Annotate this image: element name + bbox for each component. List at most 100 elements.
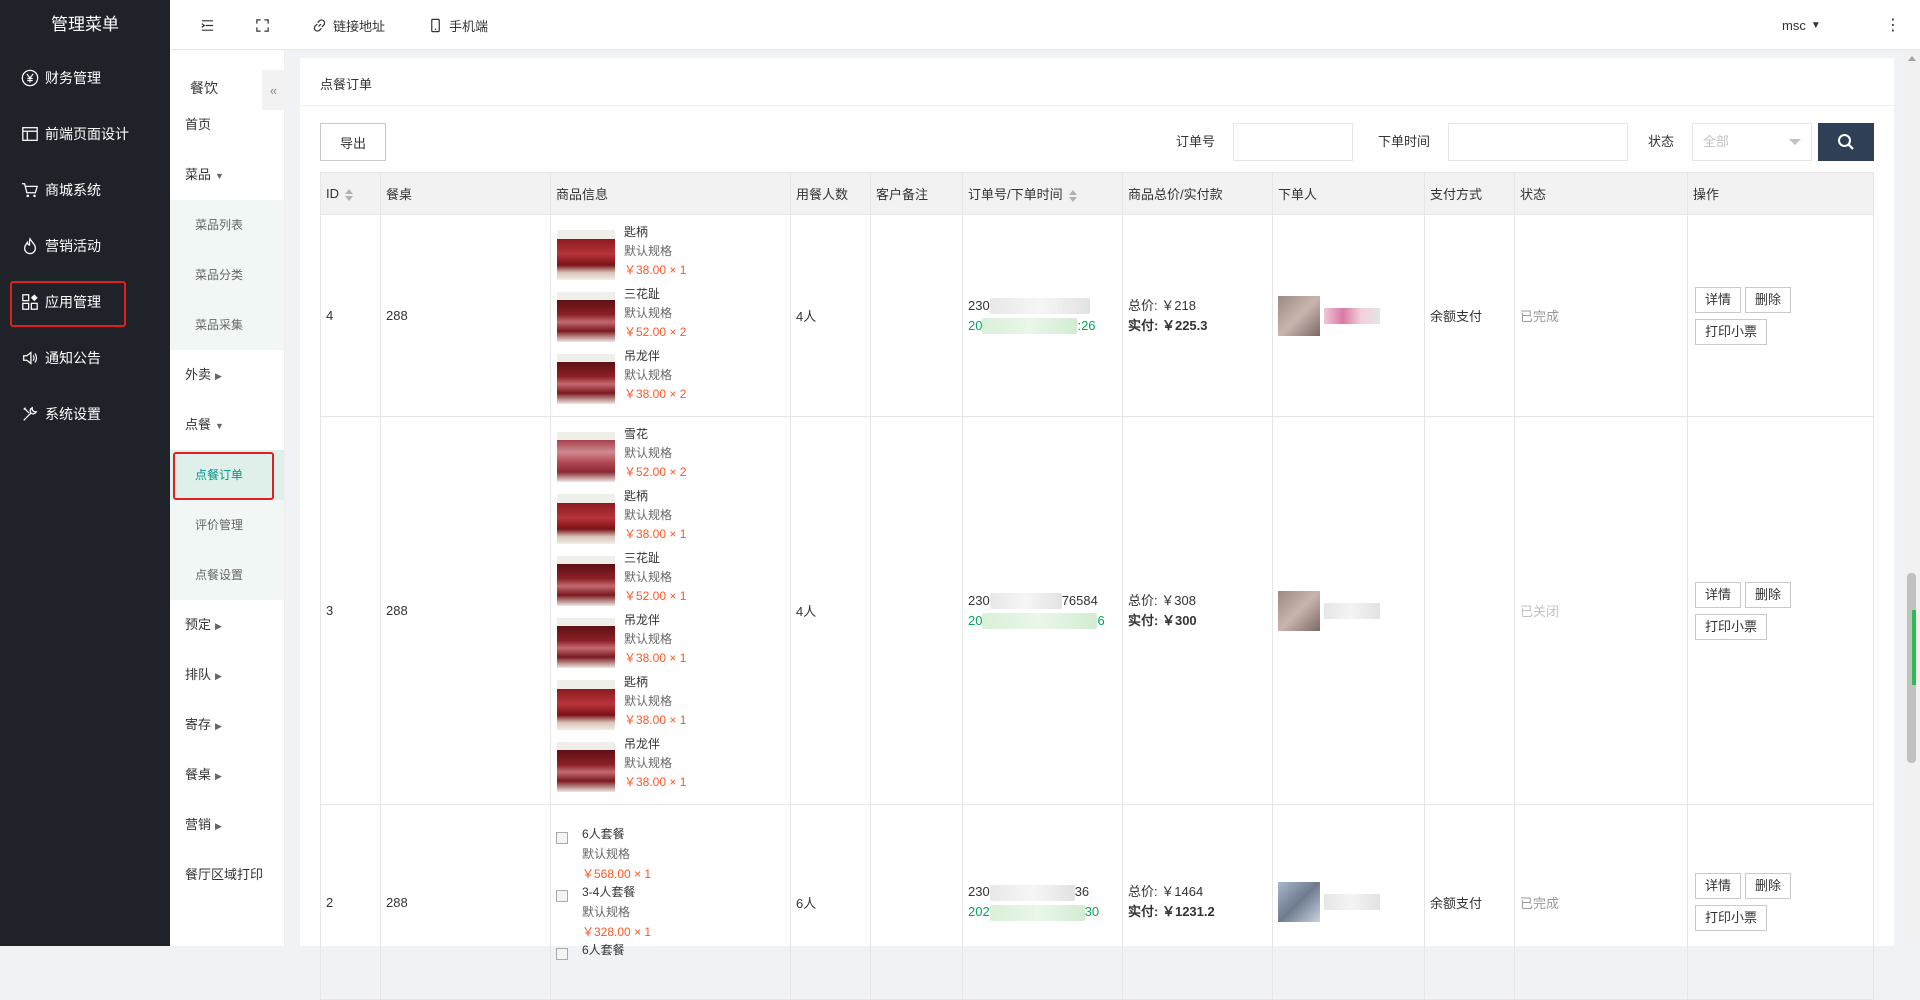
- redacted-customer-name: [1324, 307, 1380, 324]
- caret-right-icon: ▶: [215, 821, 222, 831]
- caret-down-icon: ▼: [1810, 19, 1821, 31]
- subnav-dishes[interactable]: 菜品 ▼: [170, 150, 284, 200]
- goods-spec: 默认规格: [624, 507, 673, 522]
- cell-customer: [1272, 416, 1425, 805]
- goods-item: 匙柄 默认规格 ￥38.00 × 1: [556, 487, 790, 549]
- col-order-no[interactable]: 订单号/下单时间: [962, 172, 1123, 215]
- sidebar-item-system-settings[interactable]: 系统设置: [0, 386, 170, 442]
- sidebar-item-frontend-design[interactable]: 前端页面设计: [0, 106, 170, 162]
- export-button[interactable]: 导出: [320, 123, 386, 161]
- sidebar-item-mall[interactable]: 商城系统: [0, 162, 170, 218]
- caret-down-icon: ▼: [215, 421, 224, 431]
- cell-goods: 匙柄 默认规格 ￥38.00 × 1 三花趾 默认规格 ￥52.00 × 2 吊龙伴 默认…: [550, 214, 791, 417]
- detail-button[interactable]: 详情: [1695, 581, 1742, 608]
- user-menu[interactable]: msc ▼: [1782, 0, 1821, 50]
- sidebar-item-finance[interactable]: 财务管理: [0, 50, 170, 106]
- sidebar-item-label: 商城系统: [45, 182, 101, 198]
- avatar: [1278, 590, 1320, 631]
- print-receipt-button[interactable]: 打印小票: [1695, 318, 1768, 345]
- sidebar-item-app-management[interactable]: 应用管理: [0, 274, 170, 330]
- goods-name: 3-4人套餐: [582, 885, 636, 899]
- table-row: 4 288 匙柄 默认规格 ￥38.00 × 1 三花趾 默认规格 ￥52.00 × 2…: [320, 214, 1874, 417]
- subnav-order-settings[interactable]: 点餐设置: [170, 550, 284, 600]
- goods-name: 6人套餐: [582, 943, 625, 957]
- goods-name: 匙柄: [624, 224, 649, 239]
- delete-button[interactable]: 删除: [1745, 581, 1792, 608]
- subnav-dish-collect[interactable]: 菜品采集: [170, 300, 284, 350]
- print-receipt-button[interactable]: 打印小票: [1695, 905, 1768, 931]
- menu-toggle-icon[interactable]: [200, 0, 221, 50]
- subnav-review[interactable]: 评价管理: [170, 500, 284, 550]
- link-address-button[interactable]: 链接地址: [312, 0, 385, 50]
- fullscreen-icon[interactable]: [255, 0, 276, 50]
- order-no-input[interactable]: [1233, 123, 1353, 161]
- delete-button[interactable]: 删除: [1745, 286, 1792, 313]
- search-icon: [1838, 134, 1854, 150]
- subnav-marketing[interactable]: 营销 ▶: [170, 800, 284, 850]
- sidebar-item-notice[interactable]: 通知公告: [0, 330, 170, 386]
- vertical-scrollbar[interactable]: [1903, 50, 1920, 946]
- col-goods: 商品信息: [550, 172, 791, 215]
- subnav-print[interactable]: 餐厅区域打印: [170, 850, 284, 900]
- detail-button[interactable]: 详情: [1695, 286, 1742, 313]
- goods-item: 三花趾 默认规格 ￥52.00 × 2: [556, 285, 790, 347]
- caret-right-icon: ▶: [215, 771, 222, 781]
- print-receipt-button[interactable]: 打印小票: [1695, 613, 1768, 640]
- page-title: 点餐订单: [300, 58, 1894, 106]
- goods-spec: 默认规格: [624, 631, 673, 646]
- total-label: 总价:: [1128, 884, 1158, 899]
- sort-icon[interactable]: [1068, 189, 1077, 202]
- detail-button[interactable]: 详情: [1695, 873, 1742, 899]
- subnav-dish-list[interactable]: 菜品列表: [170, 200, 284, 250]
- total-label: 总价:: [1128, 297, 1158, 313]
- link-address-label: 链接地址: [333, 18, 386, 34]
- order-no-label: 订单号: [1176, 134, 1216, 149]
- order-time-input[interactable]: [1448, 123, 1628, 161]
- delete-button[interactable]: 删除: [1745, 873, 1792, 899]
- mobile-button[interactable]: 手机端: [428, 0, 488, 50]
- goods-price: ￥38.00 × 1: [624, 650, 687, 665]
- subnav-order[interactable]: 点餐 ▼: [170, 400, 284, 450]
- filter-bar: 导出 订单号 下单时间 状态 全部: [300, 123, 1894, 163]
- cell-remark: [870, 214, 963, 417]
- status-select[interactable]: 全部: [1692, 123, 1812, 161]
- caret-down-icon: [1789, 139, 1801, 145]
- subnav-tables[interactable]: 餐桌 ▶: [170, 750, 284, 800]
- orders-table: ID 餐桌 商品信息 用餐人数 客户备注 订单号/下单时间 商品总价/实付款 下…: [320, 172, 1874, 1000]
- caret-down-icon: ▼: [215, 171, 224, 181]
- col-remark: 客户备注: [870, 172, 963, 215]
- sidebar-item-marketing[interactable]: 营销活动: [0, 218, 170, 274]
- cell-table: 288: [380, 416, 551, 805]
- subnav-order-list[interactable]: 点餐订单: [170, 450, 284, 500]
- search-button[interactable]: [1818, 123, 1874, 161]
- order-no-prefix: 230: [968, 592, 990, 608]
- subnav-storage[interactable]: 寄存 ▶: [170, 700, 284, 750]
- cell-order-no: 230 36 202 30: [962, 804, 1123, 1000]
- subnav-takeout[interactable]: 外卖 ▶: [170, 350, 284, 400]
- goods-name: 匙柄: [624, 488, 649, 503]
- cell-status: 已关闭: [1514, 416, 1688, 805]
- subnav-queue[interactable]: 排队 ▶: [170, 650, 284, 700]
- goods-name: 吊龙伴: [624, 612, 661, 627]
- goods-item: 6人套餐 默认规格 ￥568.00 × 1: [556, 824, 790, 882]
- main-sidebar: 管理菜单 财务管理 前端页面设计 商城系统 营销活动 应用管理 通知公告 系统设…: [0, 0, 170, 946]
- redacted-order-no: [989, 593, 1062, 610]
- col-id[interactable]: ID: [320, 172, 381, 215]
- cell-order-no: 230 20:26: [962, 214, 1123, 417]
- sort-icon[interactable]: [345, 188, 353, 201]
- sub-sidebar: 餐饮 « 首页 菜品 ▼ 菜品列表 菜品分类 菜品采集 外卖 ▶ 点餐 ▼ 点餐订单 …: [170, 0, 285, 946]
- collapse-button[interactable]: «: [262, 70, 285, 110]
- goods-image: [556, 616, 616, 669]
- subnav-reserve[interactable]: 预定 ▶: [170, 600, 284, 650]
- link-icon: [313, 18, 326, 32]
- order-no-suffix: 76584: [1061, 592, 1098, 608]
- total-value: ￥1464: [1161, 884, 1204, 899]
- scroll-up-icon[interactable]: [1908, 56, 1916, 61]
- subnav-dish-category[interactable]: 菜品分类: [170, 250, 284, 300]
- more-icon[interactable]: ⋮: [1885, 0, 1901, 50]
- paid-value: ￥1231.2: [1161, 904, 1215, 919]
- goods-price: ￥38.00 × 1: [624, 712, 687, 727]
- speaker-icon: [20, 348, 40, 368]
- goods-name: 三花趾: [624, 550, 661, 565]
- tools-icon: [20, 404, 40, 424]
